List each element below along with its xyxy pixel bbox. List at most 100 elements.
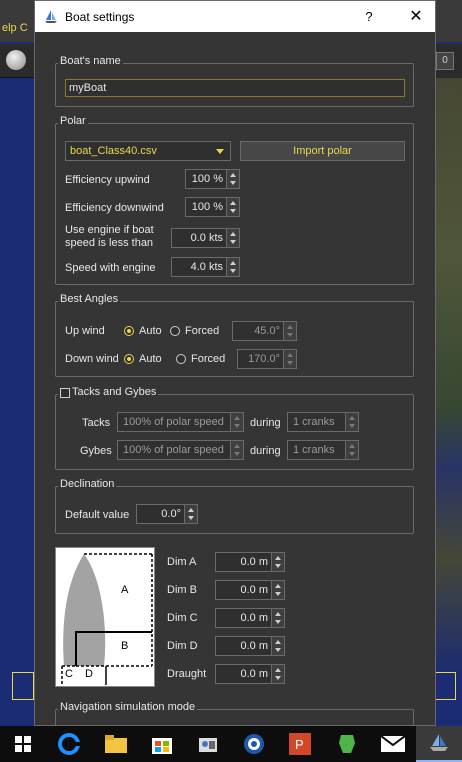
tacks-label: Tacks	[82, 417, 111, 429]
efficiency-downwind-spinbox[interactable]: 100 %	[185, 197, 240, 217]
spinbox-arrows-icon[interactable]	[226, 229, 239, 247]
import-polar-button[interactable]: Import polar	[240, 141, 405, 161]
store-icon[interactable]	[139, 726, 185, 762]
spinbox-arrows-icon[interactable]	[283, 350, 296, 368]
upwind-angle-spinbox[interactable]: 45.0°	[232, 321, 297, 341]
background-right-toolbar: 0	[434, 44, 462, 78]
boat-dimensions-diagram: A B C D	[55, 547, 155, 687]
dim-a-label: Dim A	[167, 556, 197, 568]
dialog-titlebar[interactable]: Boat settings ? ✕	[35, 1, 435, 32]
spinbox-icon[interactable]: 0	[436, 52, 454, 70]
engine-threshold-spinbox[interactable]: 0.0 kts	[171, 228, 240, 248]
gybes-label: Gybes	[80, 445, 112, 457]
efficiency-downwind-value: 100 %	[191, 201, 223, 213]
downwind-auto-radio[interactable]	[124, 354, 134, 364]
upwind-auto-radio[interactable]	[124, 326, 134, 336]
downwind-angle-spinbox[interactable]: 170.0°	[237, 349, 297, 369]
tacks-gybes-title-label: Tacks and Gybes	[72, 386, 157, 398]
spinbox-arrows-icon[interactable]	[226, 170, 239, 188]
tacks-cranks-value: 1 cranks	[293, 416, 335, 428]
tacks-cranks-spinbox[interactable]: 1 cranks	[287, 412, 359, 432]
boat-hull-icon	[61, 553, 153, 685]
polar-group: Polar boat_Class40.csv Import polar Effi…	[55, 115, 414, 285]
draught-value: 0.0 m	[240, 668, 268, 680]
mail-icon[interactable]	[370, 726, 416, 762]
declination-group: Declination Default value 0.0°	[55, 478, 414, 534]
spinbox-arrows-icon[interactable]	[271, 637, 284, 655]
background-menu[interactable]: elp C	[0, 22, 34, 34]
draught-spinbox[interactable]: 0.0 m	[215, 664, 285, 684]
polar-select[interactable]: boat_Class40.csv	[65, 141, 231, 161]
spinbox-arrows-icon[interactable]	[283, 322, 296, 340]
efficiency-upwind-spinbox[interactable]: 100 %	[185, 169, 240, 189]
spinbox-arrows-icon[interactable]	[230, 441, 243, 459]
globe-icon[interactable]	[6, 50, 26, 70]
diagram-label-c: C	[65, 668, 73, 680]
gybes-during-label: during	[250, 445, 281, 457]
svg-text:P: P	[295, 737, 304, 752]
dim-a-spinbox[interactable]: 0.0 m	[215, 552, 285, 572]
powerpoint-icon[interactable]: P	[277, 726, 323, 762]
dim-b-value: 0.0 m	[240, 584, 268, 596]
boat-name-group-title: Boat's name	[58, 55, 123, 67]
spinbox-arrows-icon[interactable]	[226, 198, 239, 216]
dim-d-spinbox[interactable]: 0.0 m	[215, 636, 285, 656]
upwind-forced-radio[interactable]	[170, 326, 180, 336]
tacks-gybes-checkbox[interactable]	[60, 388, 70, 398]
dialog-title: Boat settings	[65, 9, 135, 24]
boat-name-group: Boat's name myBoat	[55, 55, 414, 107]
efficiency-upwind-value: 100 %	[191, 173, 223, 185]
spinbox-arrows-icon[interactable]	[226, 258, 239, 276]
downwind-forced-label: Forced	[191, 353, 226, 365]
help-button[interactable]: ?	[357, 1, 381, 32]
engine-speed-spinbox[interactable]: 4.0 kts	[171, 257, 240, 277]
dim-b-spinbox[interactable]: 0.0 m	[215, 580, 285, 600]
dim-c-spinbox[interactable]: 0.0 m	[215, 608, 285, 628]
engine-speed-value: 4.0 kts	[190, 261, 223, 273]
upwind-angle-value: 45.0°	[254, 325, 280, 337]
photos-icon[interactable]	[185, 726, 231, 762]
declination-group-title: Declination	[58, 478, 117, 490]
downwind-auto-label: Auto	[139, 353, 162, 365]
spinbox-arrows-icon[interactable]	[230, 413, 243, 431]
spinbox-arrows-icon[interactable]	[271, 665, 284, 683]
gybes-cranks-spinbox[interactable]: 1 cranks	[287, 440, 359, 460]
nav-sim-group-title: Navigation simulation mode	[58, 701, 198, 713]
spinbox-arrows-icon[interactable]	[184, 505, 197, 523]
close-button[interactable]: ✕	[395, 1, 437, 32]
file-explorer-icon[interactable]	[92, 726, 138, 762]
declination-default-label: Default value	[65, 509, 130, 521]
tacks-speed-value: 100% of polar speed	[123, 416, 224, 428]
spinbox-arrows-icon[interactable]	[271, 609, 284, 627]
boat-settings-dialog: Boat settings ? ✕ Boat's name myBoat Pol…	[34, 0, 436, 739]
dim-b-label: Dim B	[167, 584, 197, 596]
spinbox-arrows-icon[interactable]	[345, 441, 358, 459]
tacks-gybes-group: Tacks and Gybes Tacks 100% of polar spee…	[55, 386, 414, 470]
edge-icon[interactable]	[46, 726, 92, 762]
dim-c-label: Dim C	[167, 612, 198, 624]
efficiency-downwind-label: Efficiency downwind	[65, 202, 164, 214]
qtvlm-icon[interactable]	[415, 726, 462, 762]
spinbox-arrows-icon[interactable]	[345, 413, 358, 431]
boat-name-input[interactable]: myBoat	[65, 79, 405, 97]
evernote-icon[interactable]	[323, 726, 369, 762]
diagram-label-b: B	[121, 640, 129, 652]
gybes-cranks-value: 1 cranks	[293, 444, 335, 456]
windows-start-icon[interactable]	[0, 726, 46, 762]
tacks-speed-spinbox[interactable]: 100% of polar speed	[117, 412, 244, 432]
tacks-during-label: during	[250, 417, 281, 429]
background-map-marker-left	[12, 672, 34, 700]
app-icon[interactable]	[231, 726, 277, 762]
downwind-angle-value: 170.0°	[248, 353, 280, 365]
declination-value: 0.0°	[161, 508, 181, 520]
spinbox-arrows-icon[interactable]	[271, 553, 284, 571]
chevron-down-icon	[216, 149, 224, 154]
draught-label: Draught	[167, 668, 207, 680]
spinbox-arrows-icon[interactable]	[271, 581, 284, 599]
declination-spinbox[interactable]: 0.0°	[136, 504, 198, 524]
gybes-speed-spinbox[interactable]: 100% of polar speed	[117, 440, 244, 460]
background-map-land	[434, 78, 462, 678]
polar-select-value: boat_Class40.csv	[70, 145, 157, 157]
downwind-forced-radio[interactable]	[176, 354, 186, 364]
dim-a-value: 0.0 m	[240, 556, 268, 568]
